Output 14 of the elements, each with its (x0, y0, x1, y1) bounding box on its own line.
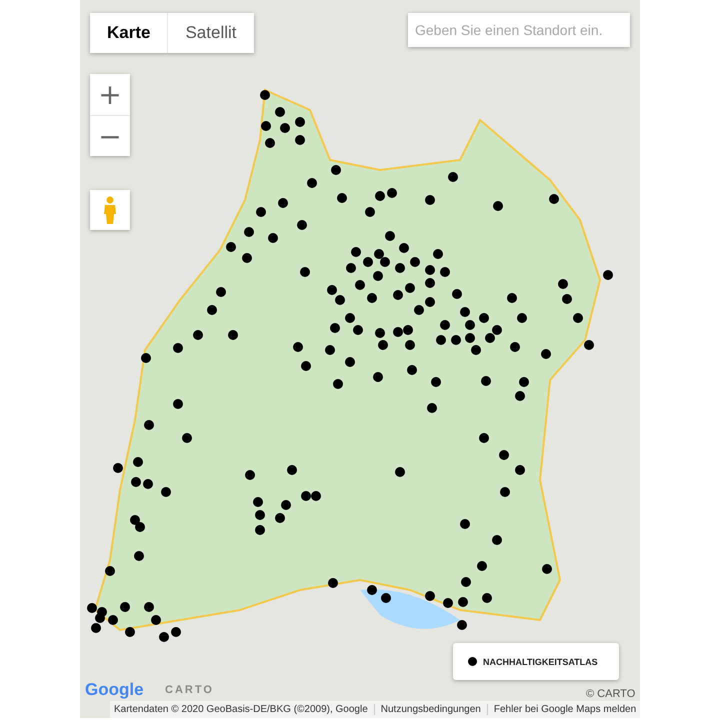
street-view-button[interactable] (90, 190, 130, 230)
legend-label: NACHHALTIGKEITSATLAS (483, 656, 598, 666)
search-field[interactable]: Geben Sie einen Standort ein. (408, 13, 630, 47)
google-logo: Google (85, 680, 144, 700)
map-data-credit: Kartendaten © 2020 GeoBasis-DE/BKG (©2009), Google (113, 704, 369, 715)
footer-link[interactable]: Fehler bei Google Maps melden (486, 704, 640, 715)
footer-link[interactable]: Nutzungsbedingungen (374, 704, 487, 715)
pegman-icon (102, 196, 118, 224)
map-type-tab[interactable]: Karte (90, 13, 168, 53)
carto-logo: CARTO (165, 684, 214, 696)
zoom-in-button[interactable]: + (90, 74, 130, 115)
carto-credit: © CARTO (586, 688, 636, 700)
zoom-out-button[interactable]: − (90, 115, 130, 156)
map-type-tab[interactable]: Satellit (167, 13, 254, 53)
